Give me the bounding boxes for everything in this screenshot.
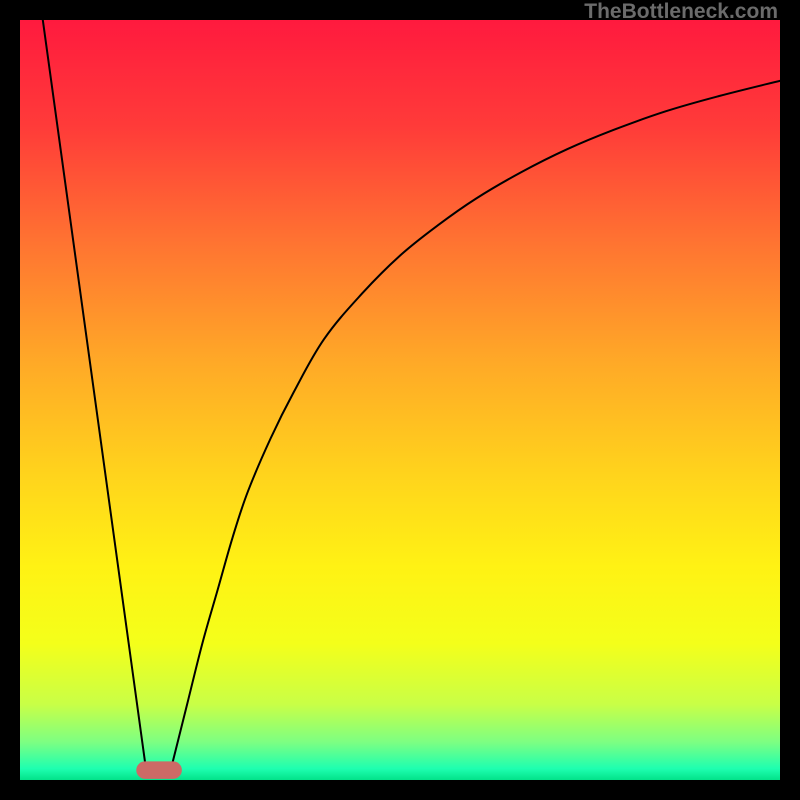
plot-area <box>20 20 780 780</box>
chart-frame: TheBottleneck.com <box>0 0 800 800</box>
bottom-pill-marker <box>136 761 182 778</box>
watermark-text: TheBottleneck.com <box>584 0 778 24</box>
marker-layer <box>136 761 182 778</box>
gradient-background <box>20 20 780 780</box>
chart-svg <box>20 20 780 780</box>
